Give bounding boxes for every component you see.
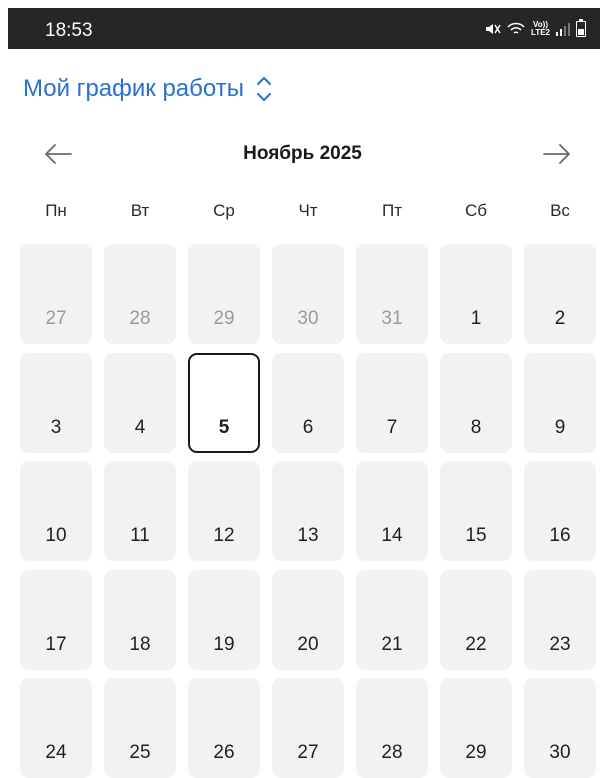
- mute-icon: [485, 22, 501, 36]
- calendar-day[interactable]: 8: [440, 353, 512, 453]
- day-number: 25: [129, 742, 151, 763]
- day-number: 26: [213, 742, 235, 763]
- day-number: 28: [381, 742, 403, 763]
- arrow-right-icon: [543, 144, 570, 164]
- calendar-day[interactable]: 10: [20, 461, 92, 561]
- day-number: 20: [297, 634, 319, 655]
- battery-icon: [576, 19, 586, 37]
- calendar-day[interactable]: 7: [356, 353, 428, 453]
- calendar-day[interactable]: 19: [188, 570, 260, 670]
- month-navigation: Ноябрь 2025: [0, 136, 605, 172]
- page-title: Мой график работы: [23, 75, 244, 102]
- day-number: 4: [134, 417, 146, 438]
- weekday-label: Чт: [298, 201, 318, 220]
- volte-icon: Vo)) LTE2: [531, 21, 550, 37]
- day-number: 28: [129, 308, 151, 329]
- next-month-button[interactable]: [537, 136, 577, 172]
- calendar-day[interactable]: 16: [524, 461, 596, 561]
- day-number: 3: [50, 417, 62, 438]
- calendar-day[interactable]: 20: [272, 570, 344, 670]
- day-number: 16: [549, 525, 571, 546]
- day-number: 23: [549, 634, 571, 655]
- day-number: 11: [130, 525, 150, 546]
- signal-icon: [556, 22, 570, 36]
- day-number: 30: [297, 308, 319, 329]
- calendar-day[interactable]: 22: [440, 570, 512, 670]
- calendar-day[interactable]: 4: [104, 353, 176, 453]
- schedule-selector[interactable]: Мой график работы: [23, 73, 274, 105]
- calendar-day[interactable]: 9: [524, 353, 596, 453]
- calendar-day-selected[interactable]: 5: [188, 353, 260, 453]
- calendar-day[interactable]: 30: [524, 678, 596, 778]
- day-number: 14: [381, 525, 403, 546]
- calendar-day[interactable]: 27: [272, 678, 344, 778]
- day-number: 6: [302, 417, 314, 438]
- day-number: 27: [45, 308, 67, 329]
- calendar-day[interactable]: 6: [272, 353, 344, 453]
- day-number: 21: [381, 634, 403, 655]
- weekday-label: Вс: [550, 201, 570, 220]
- calendar-day-other-month[interactable]: 29: [188, 244, 260, 344]
- weekday-header: Пн Вт Ср Чт Пт Сб Вс: [0, 201, 605, 225]
- calendar-day[interactable]: 1: [440, 244, 512, 344]
- calendar-day[interactable]: 3: [20, 353, 92, 453]
- day-number: 2: [554, 308, 566, 329]
- day-number: 17: [45, 634, 67, 655]
- lte-label: LTE2: [531, 28, 550, 37]
- day-number: 31: [381, 308, 403, 329]
- calendar-day[interactable]: 11: [104, 461, 176, 561]
- calendar-day[interactable]: 12: [188, 461, 260, 561]
- calendar-day-other-month[interactable]: 31: [356, 244, 428, 344]
- day-number: 8: [470, 417, 482, 438]
- weekday-label: Пт: [381, 201, 402, 220]
- calendar-day[interactable]: 26: [188, 678, 260, 778]
- calendar-day[interactable]: 24: [20, 678, 92, 778]
- calendar-day-other-month[interactable]: 28: [104, 244, 176, 344]
- day-number: 10: [45, 525, 67, 546]
- chevron-up-down-icon[interactable]: [254, 73, 274, 105]
- day-number: 27: [297, 742, 319, 763]
- calendar-day[interactable]: 28: [356, 678, 428, 778]
- calendar-day[interactable]: 14: [356, 461, 428, 561]
- calendar-day[interactable]: 15: [440, 461, 512, 561]
- status-icons: Vo)) LTE2: [485, 19, 586, 37]
- day-number: 15: [465, 525, 487, 546]
- calendar-day[interactable]: 2: [524, 244, 596, 344]
- day-number: 9: [554, 417, 566, 438]
- calendar-day[interactable]: 25: [104, 678, 176, 778]
- weekday-label: Ср: [213, 201, 235, 220]
- day-number: 30: [549, 742, 571, 763]
- day-number: 24: [45, 742, 67, 763]
- day-number: 7: [386, 417, 398, 438]
- calendar-day-other-month[interactable]: 27: [20, 244, 92, 344]
- day-number: 29: [213, 308, 235, 329]
- day-number: 1: [470, 308, 482, 329]
- calendar-day[interactable]: 23: [524, 570, 596, 670]
- calendar-day[interactable]: 18: [104, 570, 176, 670]
- calendar-day[interactable]: 13: [272, 461, 344, 561]
- calendar-day[interactable]: 29: [440, 678, 512, 778]
- day-number: 29: [465, 742, 487, 763]
- weekday-label: Вт: [130, 201, 150, 220]
- calendar-day[interactable]: 17: [20, 570, 92, 670]
- weekday-label: Пн: [45, 201, 67, 220]
- status-time: 18:53: [45, 20, 93, 41]
- day-number: 5: [218, 417, 230, 438]
- calendar-day[interactable]: 21: [356, 570, 428, 670]
- day-number: 22: [465, 634, 487, 655]
- weekday-label: Сб: [464, 201, 487, 220]
- day-number: 13: [297, 525, 319, 546]
- month-label: Ноябрь 2025: [243, 143, 362, 164]
- day-number: 18: [129, 634, 151, 655]
- day-number: 12: [213, 525, 235, 546]
- day-number: 19: [213, 634, 235, 655]
- wifi-icon: [507, 22, 525, 36]
- calendar-day-other-month[interactable]: 30: [272, 244, 344, 344]
- status-bar: 18:53 Vo)) LTE2: [8, 8, 600, 49]
